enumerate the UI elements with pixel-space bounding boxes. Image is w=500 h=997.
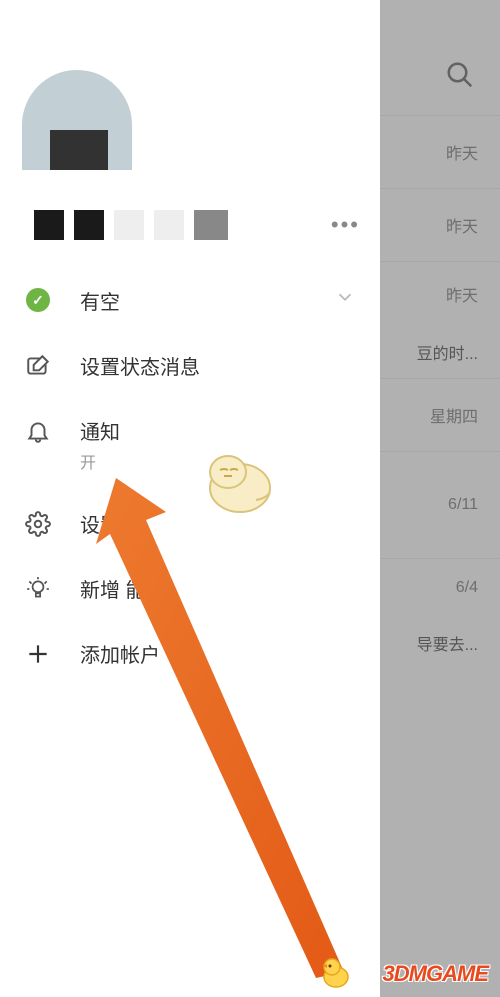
add-account-item[interactable]: 添加帐户 bbox=[0, 621, 380, 686]
chat-row[interactable]: 星期四 bbox=[380, 378, 500, 451]
avatar[interactable] bbox=[22, 70, 132, 170]
whats-new-label: 新增 能 bbox=[80, 574, 356, 603]
search-icon bbox=[445, 60, 475, 90]
user-name-redacted bbox=[34, 210, 228, 240]
settings-item[interactable]: 设置 bbox=[0, 491, 380, 556]
chat-row[interactable]: 昨天 bbox=[380, 115, 500, 188]
chat-date: 昨天 bbox=[402, 213, 478, 237]
side-drawer: ••• 有空 设置状态消息 通知 bbox=[0, 0, 380, 997]
chat-date: 6/4 bbox=[402, 579, 478, 597]
chat-date: 昨天 bbox=[402, 282, 478, 306]
watermark-text: 3DMGAME bbox=[383, 961, 488, 987]
available-status-icon bbox=[26, 288, 50, 312]
notifications-item[interactable]: 通知 开 bbox=[0, 398, 380, 491]
status-label: 有空 bbox=[80, 286, 308, 315]
chat-preview: 豆的时... bbox=[402, 340, 478, 364]
chat-preview: 导要去... bbox=[402, 631, 478, 655]
background-chat-list: 昨天 昨天 昨天 豆的时... 星期四 6/11 6/4 导要去... bbox=[380, 0, 500, 997]
lightbulb-icon bbox=[22, 574, 54, 602]
chat-date: 星期四 bbox=[402, 403, 478, 427]
search-button[interactable] bbox=[380, 45, 500, 115]
chat-date: 昨天 bbox=[402, 140, 478, 164]
add-account-label: 添加帐户 bbox=[80, 639, 356, 668]
bell-icon bbox=[22, 416, 54, 444]
notifications-label: 通知 bbox=[80, 416, 120, 445]
chat-row[interactable]: 昨天 豆的时... bbox=[380, 261, 500, 378]
whats-new-item[interactable]: 新增 能 bbox=[0, 556, 380, 621]
chevron-down-icon bbox=[334, 286, 356, 313]
plus-icon bbox=[22, 639, 54, 667]
notifications-value: 开 bbox=[80, 449, 120, 473]
gear-icon bbox=[22, 509, 54, 537]
chat-row[interactable]: 6/11 bbox=[380, 451, 500, 558]
set-status-message-item[interactable]: 设置状态消息 bbox=[0, 333, 380, 398]
watermark-chick-icon bbox=[318, 955, 352, 989]
status-message-label: 设置状态消息 bbox=[80, 351, 356, 380]
edit-icon bbox=[22, 351, 54, 379]
chat-row[interactable]: 6/4 导要去... bbox=[380, 558, 500, 669]
chat-row[interactable]: 昨天 bbox=[380, 188, 500, 261]
more-icon[interactable]: ••• bbox=[331, 212, 360, 238]
status-item[interactable]: 有空 bbox=[0, 268, 380, 333]
settings-label: 设置 bbox=[80, 509, 356, 538]
chat-date: 6/11 bbox=[402, 496, 478, 514]
